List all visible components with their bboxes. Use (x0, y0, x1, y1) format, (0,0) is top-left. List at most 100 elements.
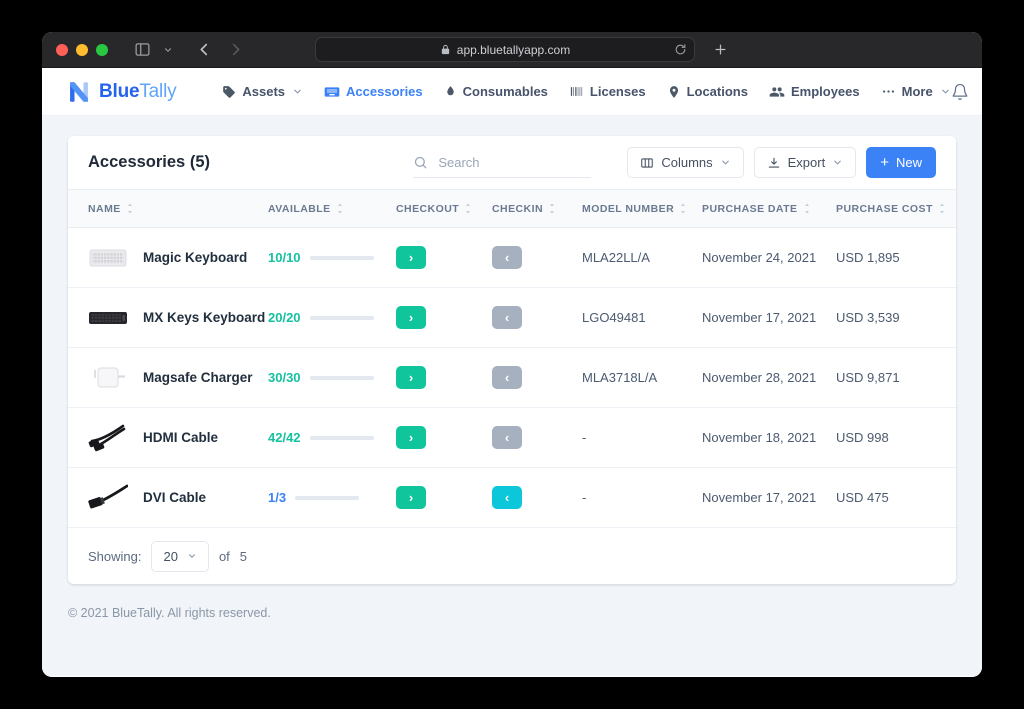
new-button[interactable]: + New (866, 147, 936, 178)
checkout-button[interactable]: › (396, 306, 426, 329)
people-icon (769, 84, 785, 100)
nav-item-licenses[interactable]: Licenses (569, 84, 646, 99)
forward-button[interactable] (224, 39, 246, 61)
minimize-window-button[interactable] (76, 43, 88, 56)
item-name: Magsafe Charger (143, 370, 253, 385)
traffic-lights (56, 43, 108, 56)
column-header-checkin[interactable]: CHECKIN (492, 203, 582, 215)
accessories-card: Accessories (5) Columns (68, 136, 956, 584)
address-bar[interactable]: app.bluetallyapp.com (315, 37, 695, 62)
checkout-button[interactable]: › (396, 246, 426, 269)
keyboard-icon (324, 84, 340, 100)
nav-item-consumables[interactable]: Consumables (444, 84, 548, 99)
chevron-right-icon: › (408, 490, 414, 505)
nav-item-more[interactable]: More (881, 84, 951, 99)
availability-cell: 1/3 (268, 490, 396, 505)
availability-count: 1/3 (268, 490, 287, 505)
checkout-cell: › (396, 366, 492, 389)
showing-label: Showing: (88, 548, 142, 564)
copyright-text: © 2021 BlueTally. All rights reserved. (68, 606, 271, 620)
nav-item-assets[interactable]: Assets (222, 84, 303, 99)
sort-icon (548, 203, 556, 214)
checkin-cell: ‹ (492, 246, 582, 269)
nav-item-label: Accessories (346, 84, 423, 99)
lock-icon (440, 44, 451, 55)
sidebar-icon[interactable] (131, 39, 153, 61)
chevron-down-icon (832, 157, 843, 168)
checkout-cell: › (396, 426, 492, 449)
sort-icon (803, 203, 811, 214)
app-navbar: BlueTally Assets Accessories Consumables Li… (42, 68, 982, 116)
columns-button[interactable]: Columns (627, 147, 744, 178)
nav-item-accessories[interactable]: Accessories (324, 84, 423, 100)
availability-cell: 30/30 (268, 370, 396, 385)
chevron-left-icon: ‹ (504, 430, 510, 445)
ellipsis-icon (881, 84, 896, 99)
availability-progress-bar (309, 375, 374, 380)
availability-cell: 20/20 (268, 310, 396, 325)
column-header-purchase-date[interactable]: PURCHASE DATE (702, 203, 836, 215)
checkin-button: ‹ (492, 366, 522, 389)
nav-item-label: Consumables (462, 84, 548, 99)
availability-progress-bar (309, 315, 374, 320)
checkin-button[interactable]: ‹ (492, 486, 522, 509)
close-window-button[interactable] (56, 43, 68, 56)
export-button[interactable]: Export (753, 147, 857, 178)
column-header-checkout[interactable]: CHECKOUT (396, 203, 492, 215)
reload-icon[interactable] (674, 43, 687, 59)
search-icon (413, 155, 428, 170)
tab-overview-chevron-icon[interactable] (162, 39, 174, 61)
item-name-cell: DVI Cable (88, 483, 268, 513)
dvi-cable-thumb (88, 483, 128, 513)
purchase-date-cell: November 18, 2021 (702, 430, 817, 445)
nav-item-locations[interactable]: Locations (667, 84, 748, 99)
checkout-button[interactable]: › (396, 366, 426, 389)
new-tab-icon[interactable] (709, 39, 731, 61)
droplet-icon (444, 85, 457, 98)
magic-keyboard-thumb (88, 243, 128, 273)
model-number-cell: MLA22LL/A (582, 250, 650, 265)
main-navigation: Assets Accessories Consumables Licenses Loca… (222, 84, 950, 100)
zoom-window-button[interactable] (96, 43, 108, 56)
chevron-left-icon: ‹ (504, 310, 510, 325)
magsafe-thumb (88, 363, 128, 393)
column-header-model-number[interactable]: MODEL NUMBER (582, 203, 702, 215)
hdmi-cable-thumb (88, 423, 128, 453)
sort-icon (126, 203, 134, 214)
checkin-button: ‹ (492, 426, 522, 449)
item-name: DVI Cable (143, 490, 207, 505)
availability-progress-bar (295, 495, 360, 500)
chevron-right-icon: › (408, 250, 414, 265)
columns-icon (640, 156, 654, 170)
url-text: app.bluetallyapp.com (456, 42, 571, 57)
map-pin-icon (667, 85, 681, 99)
back-button[interactable] (193, 39, 215, 61)
nav-item-employees[interactable]: Employees (769, 84, 860, 100)
search-box (413, 148, 592, 178)
checkout-button[interactable]: › (396, 486, 426, 509)
notifications-bell-icon[interactable] (951, 83, 969, 101)
chevron-right-icon: › (408, 370, 414, 385)
chevron-down-icon (187, 551, 197, 561)
column-header-name[interactable]: NAME (88, 203, 268, 215)
bluetally-logo[interactable]: BlueTally (66, 79, 177, 105)
table-footer: Showing: 20 of 5 (68, 528, 956, 584)
chevron-down-icon (720, 157, 731, 168)
model-number-cell: MLA3718L/A (582, 370, 658, 385)
column-header-label: PURCHASE DATE (702, 202, 798, 215)
checkin-cell: ‹ (492, 486, 582, 509)
column-header-purchase-cost[interactable]: PURCHASE COST (836, 203, 946, 215)
checkout-button[interactable]: › (396, 426, 426, 449)
model-number-cell: - (582, 490, 587, 505)
mx-keys-thumb (88, 303, 128, 333)
page-size-select[interactable]: 20 (151, 540, 209, 572)
purchase-cost-cell: USD 9,871 (836, 370, 900, 385)
app-content: BlueTally Assets Accessories Consumables Li… (42, 68, 982, 676)
column-header-available[interactable]: AVAILABLE (268, 203, 396, 215)
column-header-label: MODEL NUMBER (582, 202, 675, 215)
browser-toolbar: app.bluetallyapp.com (42, 32, 982, 68)
purchase-date-cell: November 17, 2021 (702, 490, 817, 505)
sort-icon (336, 203, 344, 214)
search-input[interactable] (438, 154, 592, 170)
table-body: Magic Keyboard 10/10 › ‹ MLA22LL/A November 2… (68, 228, 956, 528)
